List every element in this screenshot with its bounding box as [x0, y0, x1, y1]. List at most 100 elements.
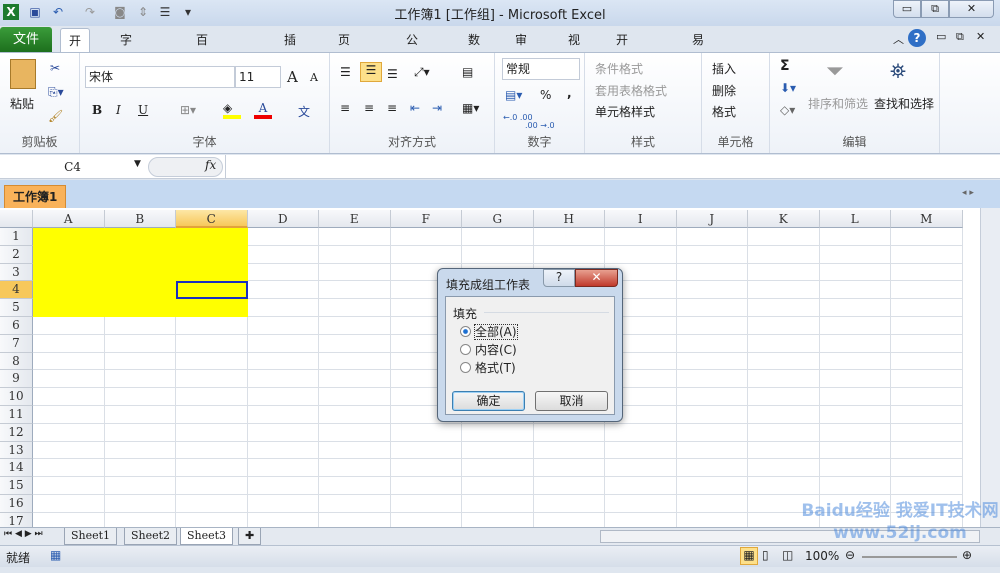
cell-J16[interactable] — [676, 495, 748, 513]
wrap-text-icon[interactable]: ▤ — [462, 65, 473, 79]
file-tab[interactable]: 文件 — [0, 27, 52, 52]
cell-C12[interactable] — [176, 423, 248, 442]
column-header-D[interactable]: D — [247, 210, 319, 228]
cell-L6[interactable] — [819, 317, 891, 335]
cell-B11[interactable] — [104, 406, 176, 424]
cell-I17[interactable] — [605, 512, 677, 527]
cell-A13[interactable] — [33, 441, 105, 460]
row-header-14[interactable]: 14 — [0, 459, 33, 478]
cell-D13[interactable] — [247, 441, 319, 460]
delete-button[interactable]: 删除 — [712, 82, 736, 99]
cell-B2[interactable] — [104, 245, 176, 264]
shrink-font-button[interactable]: A — [310, 71, 318, 84]
cell-C8[interactable] — [176, 352, 248, 371]
row-header-15[interactable]: 15 — [0, 477, 33, 495]
decrease-decimal-button[interactable]: .00 →.0 — [525, 121, 555, 130]
row-header-16[interactable]: 16 — [0, 495, 33, 513]
cell-L1[interactable] — [819, 228, 891, 246]
copy-icon[interactable]: ⎘▾ — [48, 85, 64, 100]
row-header-7[interactable]: 7 — [0, 334, 33, 353]
cell-D5[interactable] — [247, 299, 319, 317]
cell-H16[interactable] — [533, 495, 605, 513]
cell-L5[interactable] — [819, 299, 891, 317]
cell-K14[interactable] — [748, 459, 820, 478]
page-break-icon[interactable]: ◫ — [782, 548, 793, 562]
format-painter-icon[interactable]: 🖌 — [48, 109, 63, 123]
cell-L13[interactable] — [819, 441, 891, 460]
cell-L16[interactable] — [819, 495, 891, 513]
cell-K3[interactable] — [748, 263, 820, 282]
tab-2[interactable]: 百宝箱ET版 — [188, 28, 219, 143]
cell-J7[interactable] — [676, 334, 748, 353]
cell-E10[interactable] — [319, 388, 391, 406]
cell-D4[interactable] — [247, 281, 319, 300]
cell-B14[interactable] — [104, 459, 176, 478]
help-button[interactable]: ? — [543, 269, 575, 287]
cell-M2[interactable] — [891, 245, 963, 264]
cell-G1[interactable] — [462, 228, 534, 246]
cell-F1[interactable] — [390, 228, 462, 246]
cell-D7[interactable] — [247, 334, 319, 353]
cell-A5[interactable] — [33, 299, 105, 317]
row-header-8[interactable]: 8 — [0, 352, 33, 371]
dialog-close-button[interactable]: ✕ — [575, 269, 618, 287]
cell-M17[interactable] — [891, 512, 963, 527]
phonetic-button[interactable]: 文 — [298, 103, 310, 120]
cell-D8[interactable] — [247, 352, 319, 371]
cell-M12[interactable] — [891, 423, 963, 442]
radio-button-icon[interactable] — [460, 326, 471, 337]
minimize-button[interactable]: ▭ — [893, 0, 921, 18]
number-format-select[interactable]: 常规 — [502, 58, 580, 80]
increase-indent-icon[interactable]: ⇥ — [432, 101, 442, 115]
cell-K16[interactable] — [748, 495, 820, 513]
cell-F13[interactable] — [390, 441, 462, 460]
cell-C6[interactable] — [176, 317, 248, 335]
cell-A8[interactable] — [33, 352, 105, 371]
cell-A4[interactable] — [33, 281, 105, 300]
align-center-icon[interactable]: ≡ — [364, 101, 374, 115]
cell-A7[interactable] — [33, 334, 105, 353]
paste-icon[interactable] — [10, 59, 36, 89]
cell-B6[interactable] — [104, 317, 176, 335]
cell-K2[interactable] — [748, 245, 820, 264]
cell-E3[interactable] — [319, 263, 391, 282]
bold-button[interactable]: B — [92, 103, 102, 117]
binoculars-icon[interactable]: ⛯ — [890, 59, 906, 83]
cell-C15[interactable] — [176, 477, 248, 495]
cell-D12[interactable] — [247, 423, 319, 442]
horizontal-scrollbar[interactable] — [600, 530, 980, 543]
cell-E1[interactable] — [319, 228, 391, 246]
tab-3[interactable]: 插入 — [276, 28, 304, 71]
cell-J4[interactable] — [676, 281, 748, 300]
tab-8[interactable]: 视图 — [560, 28, 588, 71]
cell-D14[interactable] — [247, 459, 319, 478]
cell-B17[interactable] — [105, 512, 176, 527]
cell-B15[interactable] — [104, 477, 176, 495]
cell-E15[interactable] — [319, 477, 391, 495]
font-color-icon[interactable]: A — [254, 101, 272, 119]
cell-J6[interactable] — [676, 317, 748, 335]
row-header-4[interactable]: 4 — [0, 281, 33, 300]
sort-filter-button[interactable]: 排序和筛选 — [808, 95, 868, 112]
align-top-icon[interactable]: ☰ — [340, 65, 351, 79]
cell-M13[interactable] — [891, 441, 963, 460]
cell-B13[interactable] — [104, 441, 176, 460]
column-header-C[interactable]: C — [176, 210, 248, 228]
font-name-select[interactable]: 宋体 — [85, 66, 235, 88]
format-as-table-button[interactable]: 套用表格格式 — [595, 82, 667, 99]
cell-K1[interactable] — [748, 228, 820, 246]
cell-G14[interactable] — [462, 459, 534, 478]
cell-C1[interactable] — [176, 228, 248, 246]
cell-D10[interactable] — [247, 388, 319, 406]
cell-L9[interactable] — [819, 370, 891, 389]
cell-B3[interactable] — [104, 263, 176, 282]
cell-F2[interactable] — [390, 245, 462, 264]
format-button[interactable]: 格式 — [712, 103, 736, 120]
cell-K6[interactable] — [748, 317, 820, 335]
cell-L14[interactable] — [819, 459, 891, 478]
column-header-H[interactable]: H — [533, 210, 605, 228]
tab-9[interactable]: 开发工具 — [608, 28, 636, 119]
name-box[interactable]: C4 — [0, 157, 145, 177]
font-size-select[interactable]: 11 — [235, 66, 281, 88]
radio-option-0[interactable]: 全部(A) — [460, 323, 518, 340]
